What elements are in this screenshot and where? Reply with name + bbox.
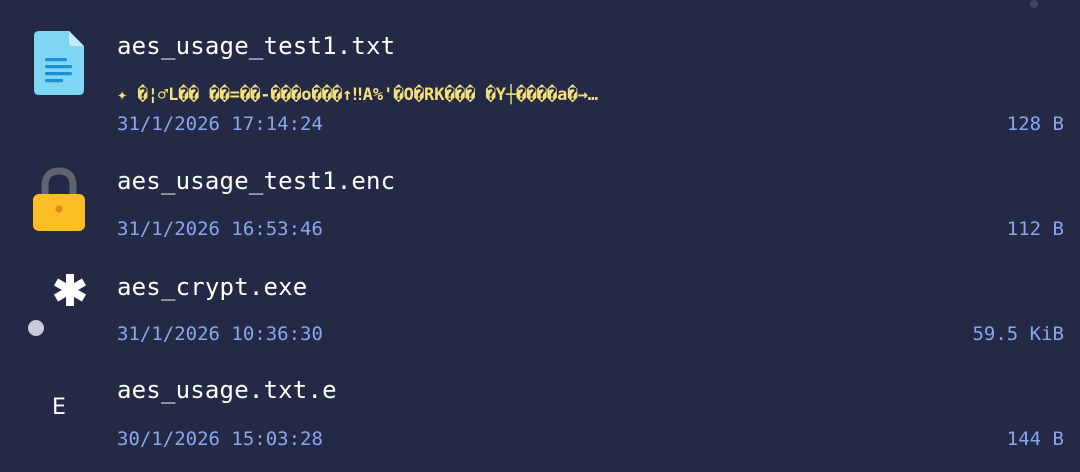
file-name: aes_usage_test1.enc [117, 167, 396, 195]
file-modified-date: 30/1/2026 15:03:28 [117, 428, 323, 450]
asterisk-icon [54, 274, 86, 306]
file-modified-date: 31/1/2026 10:36:30 [117, 323, 323, 345]
letter-e-icon: E [52, 395, 66, 420]
status-dot [28, 320, 44, 336]
lock-icon [33, 167, 85, 231]
file-size: 59.5 KiB [972, 323, 1064, 345]
file-modified-date: 31/1/2026 16:53:46 [117, 218, 323, 240]
file-item-aes-usage-test1-enc[interactable]: aes_usage_test1.enc 31/1/2026 16:53:46 1… [0, 150, 1080, 255]
file-modified-date: 31/1/2026 17:14:24 [117, 113, 323, 135]
file-list: aes_usage_test1.txt ✦ �¦♂L�� ��=��-���o�… [0, 0, 1080, 472]
file-name: aes_crypt.exe [117, 273, 308, 301]
file-size: 112 B [1006, 218, 1064, 240]
file-name: aes_usage.txt.e [117, 376, 337, 404]
file-item-aes-crypt-exe[interactable]: aes_crypt.exe 31/1/2026 10:36:30 59.5 Ki… [0, 255, 1080, 360]
file-preview: ✦ �¦♂L�� ��=��-���o���↑‼A%'�O�RK��� �Y┼�… [117, 85, 599, 105]
file-name: aes_usage_test1.txt [117, 32, 396, 60]
text-document-icon [34, 31, 84, 95]
file-size: 144 B [1006, 428, 1064, 450]
file-item-aes-usage-test1-txt[interactable]: aes_usage_test1.txt ✦ �¦♂L�� ��=��-���o�… [0, 0, 1080, 150]
file-item-aes-usage-txt-e[interactable]: E aes_usage.txt.e 30/1/2026 15:03:28 144… [0, 360, 1080, 472]
file-size: 128 B [1006, 113, 1064, 135]
